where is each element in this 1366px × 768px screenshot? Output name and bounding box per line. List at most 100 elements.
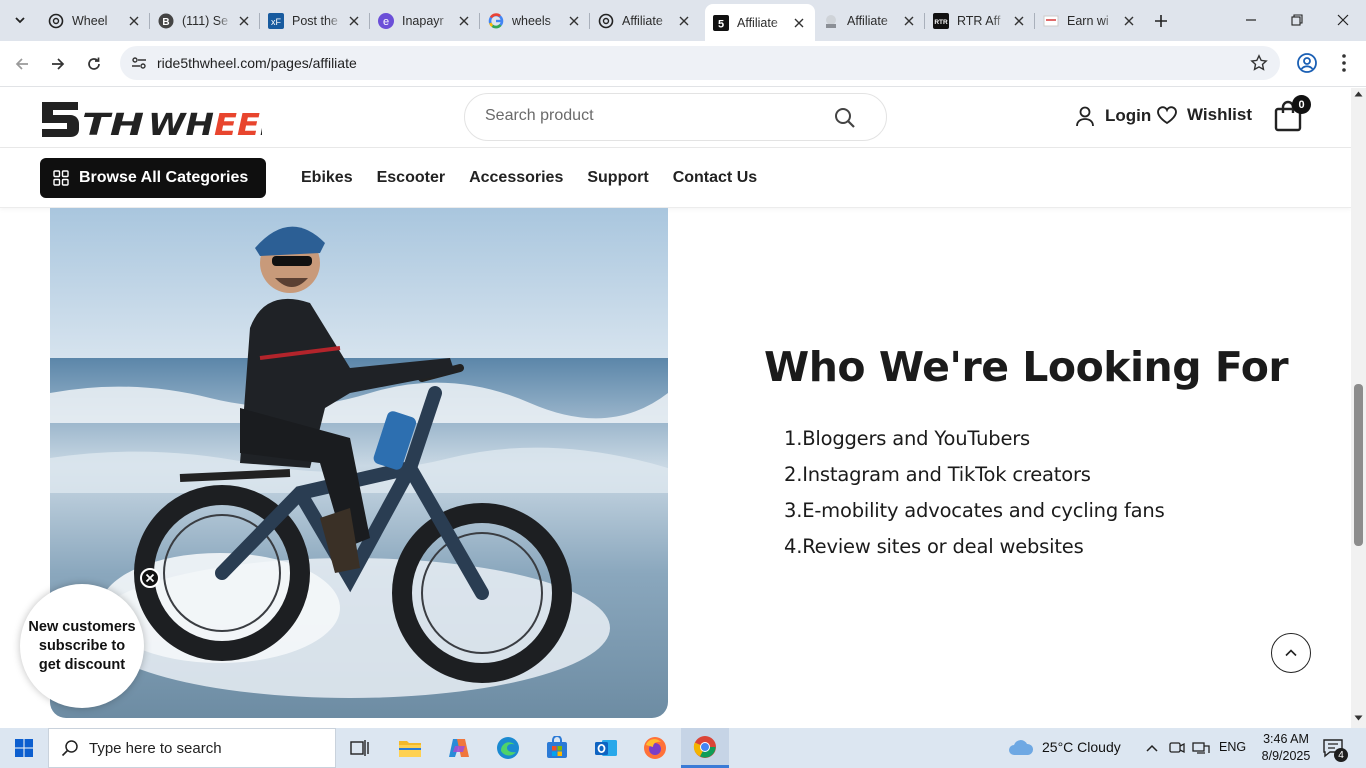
- nav-link-ebikes[interactable]: Ebikes: [301, 169, 353, 187]
- back-button[interactable]: [10, 52, 34, 76]
- profile-icon[interactable]: [1296, 52, 1318, 74]
- nav-link-escooter[interactable]: Escooter: [377, 169, 445, 187]
- scroll-down-arrow-icon[interactable]: [1354, 714, 1363, 722]
- close-icon[interactable]: [126, 13, 142, 29]
- tab-title: Earn wi: [1067, 13, 1109, 28]
- browser-tab[interactable]: xF Post the: [260, 6, 370, 35]
- arrow-right-icon: [50, 56, 66, 72]
- browser-tab-strip: Wheel B (111) Se xF Post the e Inapayr w…: [0, 0, 1366, 41]
- svg-text:TH: TH: [82, 108, 144, 138]
- folder-icon: [398, 738, 422, 758]
- chevron-up-icon: [1284, 646, 1298, 660]
- popup-close-button[interactable]: [140, 568, 160, 588]
- close-icon[interactable]: [901, 13, 917, 29]
- taskbar-outlook[interactable]: [582, 728, 630, 768]
- site-icon: [823, 13, 839, 29]
- nav-links: Ebikes Escooter Accessories Support Cont…: [301, 169, 781, 187]
- scrollbar-thumb[interactable]: [1354, 384, 1363, 546]
- svg-text:RTR: RTR: [934, 19, 948, 26]
- close-icon[interactable]: [456, 13, 472, 29]
- new-tab-button[interactable]: [1150, 10, 1172, 32]
- close-icon[interactable]: [346, 13, 362, 29]
- task-view-icon: [350, 739, 370, 757]
- browser-tab[interactable]: Wheel: [40, 6, 150, 35]
- tab-title: Post the: [292, 13, 338, 28]
- forward-button[interactable]: [46, 52, 70, 76]
- site-info-icon[interactable]: [130, 54, 148, 72]
- minimize-button[interactable]: [1228, 0, 1274, 40]
- chevron-up-icon[interactable]: [1145, 739, 1159, 757]
- list-item: 4.Review sites or deal websites: [784, 535, 1084, 558]
- e-icon: e: [378, 12, 394, 29]
- browse-categories-button[interactable]: Browse All Categories: [40, 158, 266, 198]
- page-scrollbar[interactable]: [1351, 88, 1366, 728]
- kebab-menu-icon[interactable]: [1334, 52, 1354, 74]
- site-logo[interactable]: TH WH EE L: [40, 98, 279, 143]
- taskbar-edge[interactable]: [484, 728, 532, 768]
- firefox-icon: [643, 736, 667, 760]
- clock-date: 8/9/2025: [1261, 749, 1311, 763]
- browser-tab[interactable]: B (111) Se: [150, 6, 260, 35]
- close-icon[interactable]: [1011, 13, 1027, 29]
- site-header: TH WH EE L Login Wishlist 0: [0, 88, 1351, 148]
- scroll-to-top-button[interactable]: [1271, 633, 1311, 673]
- heart-icon: [1156, 105, 1178, 125]
- tab-search-button[interactable]: [8, 8, 32, 32]
- browser-tab[interactable]: Affiliate: [815, 6, 925, 35]
- browser-tab[interactable]: wheels: [480, 6, 590, 35]
- bookmark-star-icon[interactable]: [1250, 54, 1268, 72]
- input-language[interactable]: ENG: [1219, 740, 1246, 754]
- meet-now-icon[interactable]: [1169, 739, 1185, 757]
- tab-title: Affiliate: [847, 13, 888, 28]
- close-window-button[interactable]: [1320, 0, 1366, 40]
- taskbar-search-box[interactable]: Type here to search: [48, 728, 336, 768]
- list-item: 3.E-mobility advocates and cycling fans: [784, 499, 1165, 522]
- rtr-icon: RTR: [933, 12, 949, 29]
- reload-icon: [86, 56, 102, 72]
- close-icon[interactable]: [236, 13, 252, 29]
- address-bar[interactable]: ride5thwheel.com/pages/affiliate: [120, 46, 1280, 80]
- task-view-button[interactable]: [336, 728, 384, 768]
- browser-tab[interactable]: Affiliate: [590, 6, 700, 35]
- restore-button[interactable]: [1274, 0, 1320, 40]
- close-icon[interactable]: [566, 13, 582, 29]
- close-icon[interactable]: [1121, 13, 1137, 29]
- clock-time: 3:46 AM: [1263, 732, 1309, 746]
- system-clock[interactable]: 3:46 AM 8/9/2025: [1258, 731, 1314, 765]
- tab-title: (111) Se: [182, 13, 229, 28]
- browser-tab[interactable]: e Inapayr: [370, 6, 480, 35]
- svg-text:EE: EE: [214, 108, 261, 138]
- section-heading: Who We're Looking For: [764, 343, 1289, 391]
- network-icon[interactable]: [1192, 739, 1210, 757]
- wishlist-link[interactable]: Wishlist: [1156, 105, 1252, 125]
- tab-title: Affiliate: [622, 13, 663, 28]
- store-icon: [545, 736, 569, 760]
- plus-icon: [1154, 14, 1168, 28]
- weather-widget[interactable]: 25°C Cloudy: [1008, 738, 1121, 756]
- taskbar-firefox[interactable]: [631, 728, 679, 768]
- search-input[interactable]: [485, 107, 815, 125]
- start-button[interactable]: [0, 728, 48, 768]
- close-icon[interactable]: [791, 15, 807, 31]
- nav-link-support[interactable]: Support: [587, 169, 648, 187]
- arrow-left-icon: [14, 56, 30, 72]
- taskbar-file-explorer[interactable]: [386, 728, 434, 768]
- browser-tab[interactable]: RTR RTR Aff: [925, 6, 1035, 35]
- taskbar-copilot[interactable]: [435, 728, 483, 768]
- nav-link-contact-us[interactable]: Contact Us: [673, 169, 757, 187]
- chrome-icon: [693, 735, 717, 759]
- reload-button[interactable]: [82, 52, 106, 76]
- scroll-up-arrow-icon[interactable]: [1354, 90, 1363, 98]
- nav-link-accessories[interactable]: Accessories: [469, 169, 563, 187]
- taskbar-chrome[interactable]: [681, 728, 729, 768]
- cloud-icon: [1008, 738, 1034, 756]
- wishlist-label: Wishlist: [1187, 105, 1253, 124]
- close-icon[interactable]: [676, 13, 692, 29]
- search-icon[interactable]: [834, 107, 856, 129]
- discount-popup[interactable]: New customers subscribe to get discount: [20, 584, 144, 708]
- taskbar-store[interactable]: [533, 728, 581, 768]
- login-link[interactable]: Login: [1074, 105, 1151, 127]
- browser-tab[interactable]: Earn wi: [1035, 6, 1145, 35]
- browser-tab-active[interactable]: 5 Affiliate: [705, 4, 815, 41]
- browse-label: Browse All Categories: [79, 169, 249, 186]
